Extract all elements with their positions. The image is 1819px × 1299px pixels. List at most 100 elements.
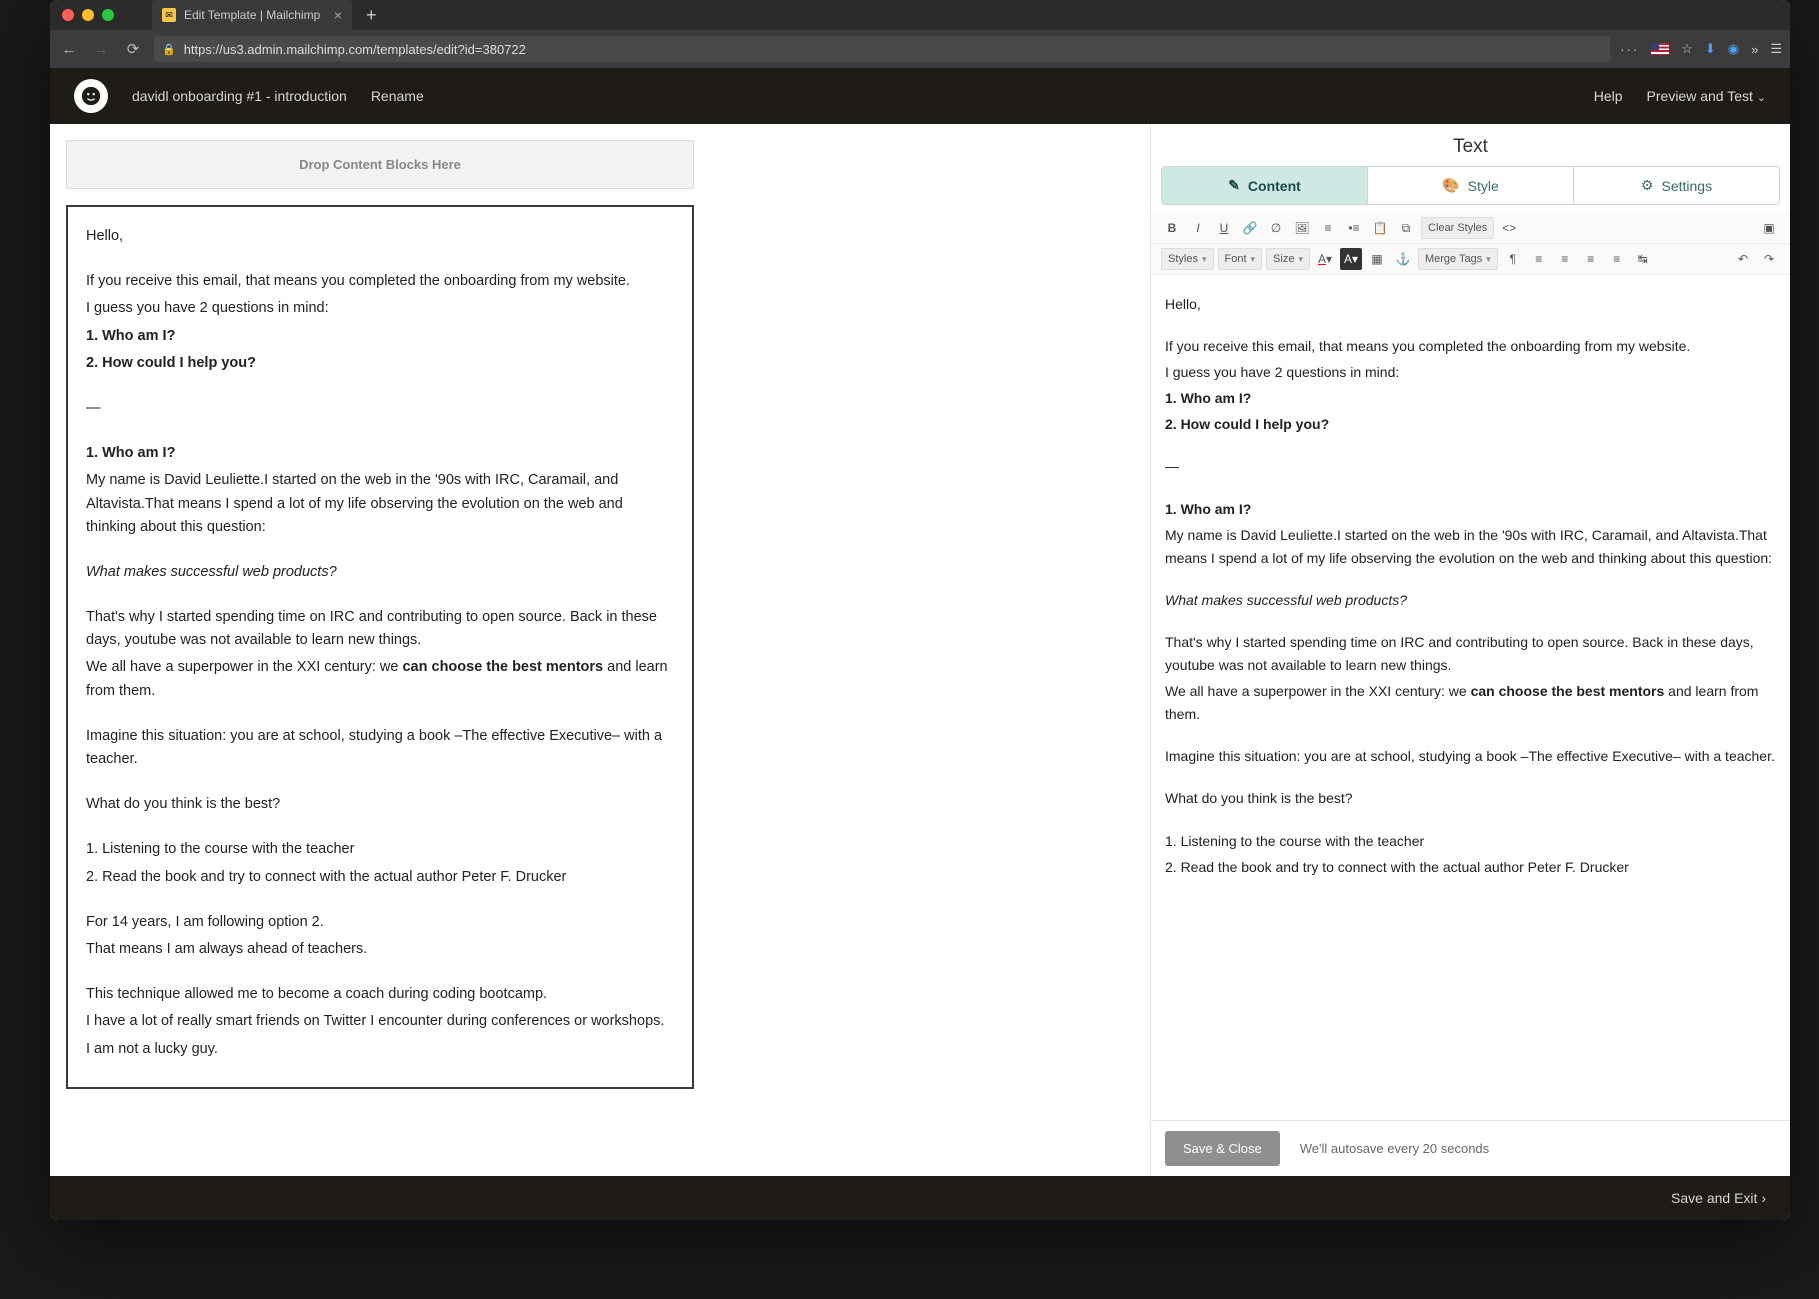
size-dropdown[interactable]: Size▾ — [1266, 248, 1310, 270]
align-justify-button[interactable]: ≡ — [1606, 248, 1628, 270]
flag-icon — [1651, 43, 1669, 55]
ol-button[interactable]: ≡ — [1317, 217, 1339, 239]
favicon-icon: ✉ — [162, 8, 176, 22]
window-controls — [62, 9, 114, 21]
pencil-icon: ✎ — [1228, 177, 1240, 194]
code-button[interactable]: ∅ — [1265, 217, 1287, 239]
text: We all have a superpower in the XXI cent… — [86, 656, 674, 702]
link-button[interactable]: 🔗 — [1239, 217, 1261, 239]
editor-split: Drop Content Blocks Here Hello, If you r… — [50, 124, 1790, 1176]
toolbar-row-1: B I U 🔗 ∅ 🖼 ≡ •≡ 📋 ⧉ Clear Styles <> ▣ — [1151, 213, 1790, 244]
save-exit-button[interactable]: Save and Exit › — [1671, 1190, 1766, 1206]
text: I am not a lucky guy. — [86, 1038, 674, 1061]
merge-tags-dropdown[interactable]: Merge Tags▾ — [1418, 248, 1498, 270]
bgcolor-button[interactable]: A▾ — [1340, 248, 1362, 270]
italic-button[interactable]: I — [1187, 217, 1209, 239]
save-bar: Save & Close We'll autosave every 20 sec… — [1151, 1120, 1790, 1176]
text: For 14 years, I am following option 2. — [86, 911, 674, 934]
url-bar[interactable]: 🔒 https://us3.admin.mailchimp.com/templa… — [154, 36, 1610, 62]
maximize-window-button[interactable] — [102, 9, 114, 21]
tab-content[interactable]: ✎ Content — [1162, 167, 1368, 204]
download-icon[interactable]: ⬇ — [1705, 41, 1716, 57]
paste-button[interactable]: 📋 — [1369, 217, 1391, 239]
styles-dropdown[interactable]: Styles▾ — [1161, 248, 1214, 270]
rename-button[interactable]: Rename — [371, 88, 424, 104]
align-left-button[interactable]: ≡ — [1528, 248, 1550, 270]
text: — — [86, 397, 674, 420]
gear-icon: ⚙ — [1641, 177, 1654, 194]
monkey-icon — [80, 85, 102, 107]
undo-button[interactable]: ↶ — [1732, 248, 1754, 270]
text: That means I am always ahead of teachers… — [86, 938, 674, 961]
underline-button[interactable]: U — [1213, 217, 1235, 239]
side-panel: Text ✎ Content 🎨 Style ⚙ Settings B I — [1150, 124, 1790, 1176]
text: This technique allowed me to become a co… — [86, 983, 674, 1006]
text-block-selected[interactable]: Hello, If you receive this email, that m… — [66, 205, 694, 1089]
text: What do you think is the best? — [86, 793, 674, 816]
text: My name is David Leuliette.I started on … — [86, 469, 674, 539]
text: I have a lot of really smart friends on … — [86, 1010, 674, 1033]
save-close-button[interactable]: Save & Close — [1165, 1131, 1280, 1166]
panel-title: Text — [1151, 124, 1790, 166]
anchor-button[interactable]: ⚓ — [1392, 248, 1414, 270]
clear-styles-button[interactable]: Clear Styles — [1421, 217, 1494, 239]
preview-test-menu[interactable]: Preview and Test ⌄ — [1647, 88, 1766, 104]
bookmark-icon[interactable]: ☆ — [1681, 41, 1693, 57]
help-link[interactable]: Help — [1594, 88, 1623, 104]
ul-button[interactable]: •≡ — [1343, 217, 1365, 239]
tab-style[interactable]: 🎨 Style — [1368, 167, 1574, 204]
ltr-button[interactable]: ↹ — [1632, 248, 1654, 270]
tab-settings[interactable]: ⚙ Settings — [1574, 167, 1779, 204]
textcolor-button[interactable]: A▾ — [1314, 248, 1336, 270]
table-button[interactable]: ▦ — [1366, 248, 1388, 270]
address-bar: ← → ⟳ 🔒 https://us3.admin.mailchimp.com/… — [50, 30, 1790, 68]
canvas-spacer — [710, 124, 1150, 1176]
url-text: https://us3.admin.mailchimp.com/template… — [184, 42, 526, 57]
text: 1. Who am I? — [86, 325, 674, 348]
reload-button[interactable]: ⟳ — [122, 38, 144, 60]
text: If you receive this email, that means yo… — [86, 270, 674, 293]
text: I guess you have 2 questions in mind: — [86, 297, 674, 320]
chevron-right-icon: › — [1761, 1190, 1766, 1206]
new-tab-button[interactable]: + — [366, 5, 377, 26]
toolbar-row-2: Styles▾ Font▾ Size▾ A▾ A▾ ▦ ⚓ Merge Tags… — [1151, 244, 1790, 275]
browser-tab[interactable]: ✉ Edit Template | Mailchimp × — [152, 0, 352, 30]
template-name[interactable]: davidl onboarding #1 - introduction — [132, 88, 347, 104]
source-button[interactable]: <> — [1498, 217, 1520, 239]
tab-title: Edit Template | Mailchimp — [184, 8, 320, 22]
font-dropdown[interactable]: Font▾ — [1218, 248, 1263, 270]
menu-icon[interactable]: ☰ — [1770, 41, 1782, 57]
paragraph-button[interactable]: ¶ — [1502, 248, 1524, 270]
text: That's why I started spending time on IR… — [86, 606, 674, 652]
back-button[interactable]: ← — [58, 38, 80, 60]
rich-text-editor[interactable]: Hello, If you receive this email, that m… — [1151, 275, 1790, 1120]
image-button[interactable]: 🖼 — [1291, 217, 1313, 239]
forward-button[interactable]: → — [90, 38, 112, 60]
close-window-button[interactable] — [62, 9, 74, 21]
collapse-button[interactable]: ▣ — [1758, 217, 1780, 239]
align-center-button[interactable]: ≡ — [1554, 248, 1576, 270]
app-topbar: davidl onboarding #1 - introduction Rena… — [50, 68, 1790, 124]
align-right-button[interactable]: ≡ — [1580, 248, 1602, 270]
drop-zone[interactable]: Drop Content Blocks Here — [66, 140, 694, 189]
bold-button[interactable]: B — [1161, 217, 1183, 239]
text: Imagine this situation: you are at schoo… — [86, 725, 674, 771]
extension-icon[interactable]: ◉ — [1728, 41, 1739, 57]
chevron-down-icon: ⌄ — [1757, 92, 1766, 104]
text: 2. Read the book and try to connect with… — [86, 866, 674, 889]
copy-button[interactable]: ⧉ — [1395, 217, 1417, 239]
overflow-icon[interactable]: » — [1751, 42, 1758, 57]
panel-tabs: ✎ Content 🎨 Style ⚙ Settings — [1161, 166, 1780, 205]
addr-right: ··· ☆ ⬇ ◉ » ☰ — [1620, 41, 1782, 57]
redo-button[interactable]: ↷ — [1758, 248, 1780, 270]
lock-icon: 🔒 — [162, 43, 176, 56]
window-titlebar: ✉ Edit Template | Mailchimp × + — [50, 0, 1790, 30]
text: What makes successful web products? — [86, 561, 674, 584]
close-tab-button[interactable]: × — [334, 7, 342, 23]
minimize-window-button[interactable] — [82, 9, 94, 21]
mailchimp-logo[interactable] — [74, 79, 108, 113]
more-icon[interactable]: ··· — [1620, 42, 1639, 57]
text: Hello, — [86, 225, 674, 248]
email-canvas: Drop Content Blocks Here Hello, If you r… — [50, 124, 710, 1176]
app-footer: Save and Exit › — [50, 1176, 1790, 1220]
